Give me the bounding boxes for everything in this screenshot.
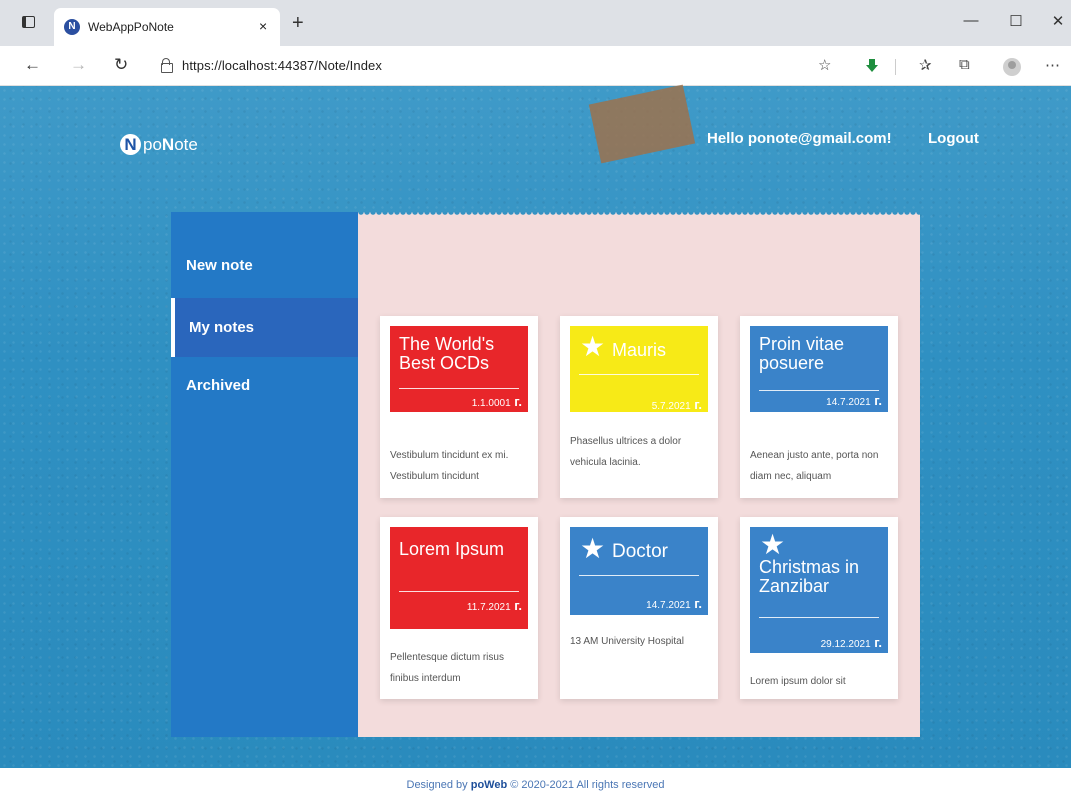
note-header: ★ Christmas in Zanzibar 29.12.2021 bbox=[750, 527, 888, 653]
sidebar-item-new-note[interactable]: New note bbox=[171, 236, 358, 295]
footer-copyright: © 2020-2021 All rights reserved bbox=[510, 779, 665, 791]
note-title: Proin vitae posuere bbox=[759, 334, 845, 373]
note-divider bbox=[579, 374, 699, 375]
note-header: ★ Mauris 5.7.2021 bbox=[570, 326, 708, 412]
note-date: 29.12.2021 bbox=[821, 635, 882, 650]
lock-icon[interactable] bbox=[161, 58, 173, 73]
logo-bold: N bbox=[161, 134, 175, 154]
sidebar-item-my-notes[interactable]: My notes bbox=[171, 298, 358, 357]
note-header: Lorem Ipsum 11.7.2021 bbox=[390, 527, 528, 629]
note-header: The World's Best OCDs 1.1.0001 bbox=[390, 326, 528, 412]
user-greeting: Hello ponote@gmail.com! bbox=[707, 130, 892, 147]
note-card[interactable]: ★ Doctor 14.7.2021 13 AM University Hosp… bbox=[560, 517, 718, 699]
logo-text: poNote bbox=[143, 135, 198, 155]
note-text: 13 AM University Hospital bbox=[570, 636, 684, 647]
note-text: Aenean justo ante, porta non diam nec, a… bbox=[750, 450, 879, 482]
note-text: Vestibulum tincidunt ex mi. Vestibulum t… bbox=[390, 450, 509, 482]
note-text: Pellentesque dictum risus finibus interd… bbox=[390, 652, 504, 684]
close-window-icon[interactable]: ✕ bbox=[1043, 12, 1071, 30]
note-card[interactable]: ★ Christmas in Zanzibar 29.12.2021 Lorem… bbox=[740, 517, 898, 699]
logo-suffix: ote bbox=[174, 134, 198, 154]
note-header: Proin vitae posuere 14.7.2021 bbox=[750, 326, 888, 412]
favorites-icon[interactable]: ✰ bbox=[919, 56, 932, 74]
toolbar-divider bbox=[895, 59, 896, 75]
note-card[interactable]: The World's Best OCDs 1.1.0001 Vestibulu… bbox=[380, 316, 538, 498]
note-date: 14.7.2021 bbox=[646, 596, 702, 611]
note-title: Doctor bbox=[612, 541, 668, 562]
note-title: Lorem Ipsum bbox=[399, 539, 505, 559]
logo-prefix: po bbox=[143, 134, 162, 154]
star-icon[interactable]: ★ bbox=[580, 333, 605, 361]
forward-icon[interactable]: → bbox=[70, 55, 87, 75]
note-date: 14.7.2021 bbox=[826, 393, 882, 408]
note-divider bbox=[759, 617, 879, 618]
star-add-icon[interactable]: ☆ bbox=[818, 56, 831, 74]
note-date: 11.7.2021 bbox=[467, 598, 522, 613]
tab-actions-icon[interactable] bbox=[22, 16, 35, 28]
logo-n-icon: N bbox=[120, 134, 141, 155]
note-divider bbox=[399, 591, 519, 592]
note-divider bbox=[759, 390, 879, 391]
footer: Designed by poWeb © 2020-2021 All rights… bbox=[0, 768, 1071, 805]
app-logo[interactable]: N poNote bbox=[120, 134, 198, 155]
close-tab-icon[interactable]: × bbox=[259, 18, 267, 34]
profile-icon[interactable] bbox=[1003, 58, 1021, 76]
logout-link[interactable]: Logout bbox=[928, 130, 979, 147]
address-bar[interactable]: https://localhost:44387/Note/Index bbox=[182, 58, 382, 73]
new-tab-icon[interactable]: + bbox=[292, 13, 304, 33]
minimize-icon[interactable]: — bbox=[956, 12, 986, 29]
note-title: The World's Best OCDs bbox=[399, 334, 495, 373]
note-text: Lorem ipsum dolor sit bbox=[750, 676, 846, 687]
collections-icon[interactable]: ⧉ bbox=[959, 56, 970, 73]
browser-tab-bar: N WebAppPoNote × + — ☐ ✕ bbox=[0, 0, 1071, 46]
favicon-icon: N bbox=[64, 19, 80, 35]
note-card[interactable]: Proin vitae posuere 14.7.2021 Aenean jus… bbox=[740, 316, 898, 498]
note-text: Phasellus ultrices a dolor vehicula laci… bbox=[570, 436, 682, 468]
note-date: 1.1.0001 bbox=[472, 394, 522, 409]
footer-brand-link[interactable]: poWeb bbox=[471, 779, 507, 791]
tab-title: WebAppPoNote bbox=[88, 20, 174, 34]
note-title: Mauris bbox=[612, 340, 667, 360]
refresh-icon[interactable]: ↻ bbox=[114, 55, 128, 75]
note-date: 5.7.2021 bbox=[652, 397, 702, 412]
browser-tab[interactable]: N WebAppPoNote × bbox=[54, 8, 280, 46]
star-icon[interactable]: ★ bbox=[760, 531, 785, 559]
sidebar-item-archived[interactable]: Archived bbox=[171, 356, 358, 415]
download-icon[interactable] bbox=[866, 59, 878, 73]
note-divider bbox=[579, 575, 699, 576]
back-icon[interactable]: ← bbox=[24, 55, 41, 75]
note-card[interactable]: ★ Mauris 5.7.2021 Phasellus ultrices a d… bbox=[560, 316, 718, 498]
note-title: Christmas in Zanzibar bbox=[759, 557, 860, 596]
browser-toolbar: ← → ↻ https://localhost:44387/Note/Index… bbox=[0, 46, 1071, 86]
maximize-icon[interactable]: ☐ bbox=[1001, 12, 1031, 30]
note-header: ★ Doctor 14.7.2021 bbox=[570, 527, 708, 615]
sidebar: New note My notes Archived bbox=[171, 212, 358, 737]
more-icon[interactable]: ⋯ bbox=[1045, 56, 1060, 74]
footer-prefix: Designed by bbox=[406, 779, 468, 791]
star-icon[interactable]: ★ bbox=[580, 535, 605, 563]
note-card[interactable]: Lorem Ipsum 11.7.2021 Pellentesque dictu… bbox=[380, 517, 538, 699]
note-divider bbox=[399, 388, 519, 389]
